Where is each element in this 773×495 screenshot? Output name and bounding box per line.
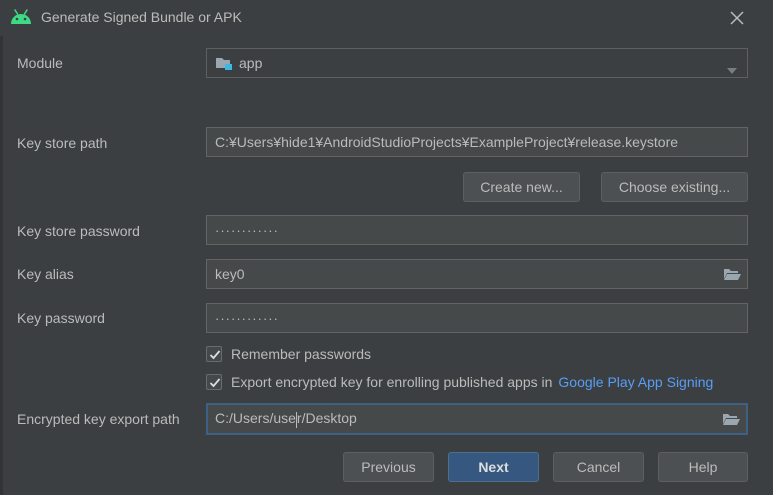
key-password-input[interactable]: ············ bbox=[206, 303, 748, 333]
checkmark-icon bbox=[209, 378, 221, 388]
keystore-password-label: Key store password bbox=[17, 223, 140, 239]
remember-passwords-row: Remember passwords bbox=[206, 346, 371, 362]
export-path-value: C:/Users/user/Desktop bbox=[215, 410, 357, 428]
key-password-value: ············ bbox=[215, 310, 279, 326]
checkmark-icon bbox=[209, 350, 221, 360]
key-alias-value: key0 bbox=[215, 266, 245, 282]
export-path-label: Encrypted key export path bbox=[17, 411, 180, 427]
keystore-path-label: Key store path bbox=[17, 135, 108, 151]
help-button[interactable]: Help bbox=[658, 452, 748, 482]
export-path-input[interactable]: C:/Users/user/Desktop bbox=[206, 403, 748, 435]
keystore-password-input[interactable]: ············ bbox=[206, 215, 748, 245]
close-button[interactable] bbox=[726, 7, 748, 29]
folder-open-icon[interactable] bbox=[722, 411, 740, 427]
keystore-path-input[interactable]: C:¥Users¥hide1¥AndroidStudioProjects¥Exa… bbox=[206, 127, 748, 157]
export-encrypted-checkbox[interactable] bbox=[206, 374, 222, 390]
remember-passwords-checkbox[interactable] bbox=[206, 346, 222, 362]
keystore-path-value: C:¥Users¥hide1¥AndroidStudioProjects¥Exa… bbox=[215, 134, 679, 150]
module-label: Module bbox=[17, 55, 63, 71]
module-folder-icon bbox=[215, 55, 233, 71]
google-play-signing-link[interactable]: Google Play App Signing bbox=[558, 374, 713, 390]
previous-button[interactable]: Previous bbox=[343, 452, 434, 482]
keystore-password-value: ············ bbox=[215, 222, 279, 238]
choose-existing-button[interactable]: Choose existing... bbox=[601, 172, 748, 202]
key-alias-input[interactable]: key0 bbox=[206, 259, 748, 289]
next-button[interactable]: Next bbox=[448, 452, 539, 482]
key-alias-label: Key alias bbox=[17, 266, 74, 282]
create-new-button[interactable]: Create new... bbox=[463, 172, 580, 202]
module-dropdown[interactable]: app bbox=[206, 48, 748, 78]
key-password-label: Key password bbox=[17, 310, 105, 326]
title-bar: Generate Signed Bundle or APK bbox=[0, 0, 773, 36]
left-edge-strip bbox=[0, 36, 3, 495]
dialog-title: Generate Signed Bundle or APK bbox=[41, 9, 242, 25]
close-icon bbox=[730, 11, 744, 25]
export-encrypted-label: Export encrypted key for enrolling publi… bbox=[231, 374, 553, 390]
android-icon bbox=[10, 9, 32, 25]
folder-open-icon[interactable] bbox=[723, 266, 741, 282]
cancel-button[interactable]: Cancel bbox=[553, 452, 644, 482]
chevron-down-icon bbox=[727, 61, 737, 74]
remember-passwords-label: Remember passwords bbox=[231, 346, 372, 362]
export-encrypted-row: Export encrypted key for enrolling publi… bbox=[206, 374, 713, 390]
module-value: app bbox=[239, 55, 263, 71]
